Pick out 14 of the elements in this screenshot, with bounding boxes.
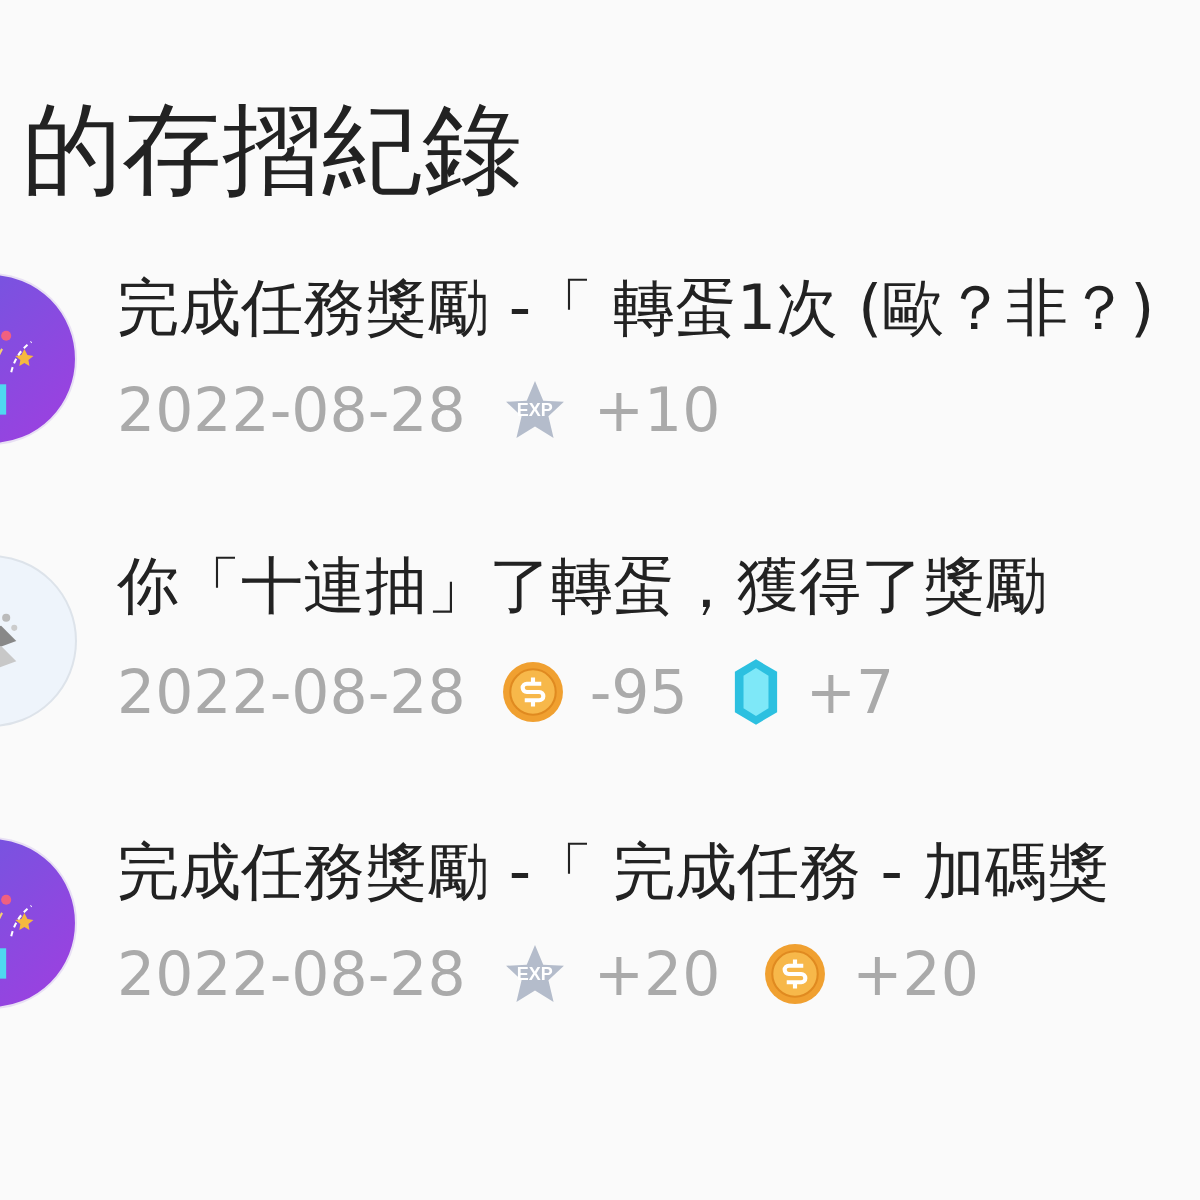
coin-icon (501, 661, 564, 723)
record-title: 完成任務獎勵 -「 轉蛋1次 (歐？非？) (117, 277, 1155, 339)
record-date: 2022-08-28 (117, 380, 466, 440)
record-title: 完成任務獎勵 -「 完成任務 - 加碼獎 (117, 841, 1109, 903)
record-date: 2022-08-28 (117, 662, 466, 722)
reward-amount: +7 (805, 662, 895, 722)
reward-amount: +20 (852, 944, 979, 1004)
reward-amount: -95 (589, 662, 688, 722)
page-title: 的存摺紀錄 (22, 95, 523, 205)
record-title: 你「十連抽」了轉蛋，獲得了獎勵 (117, 555, 1047, 617)
coin-icon (764, 943, 827, 1005)
record-date: 2022-08-28 (117, 944, 466, 1004)
reward-amount: +20 (593, 944, 721, 1004)
reward-amount: +10 (593, 380, 721, 440)
